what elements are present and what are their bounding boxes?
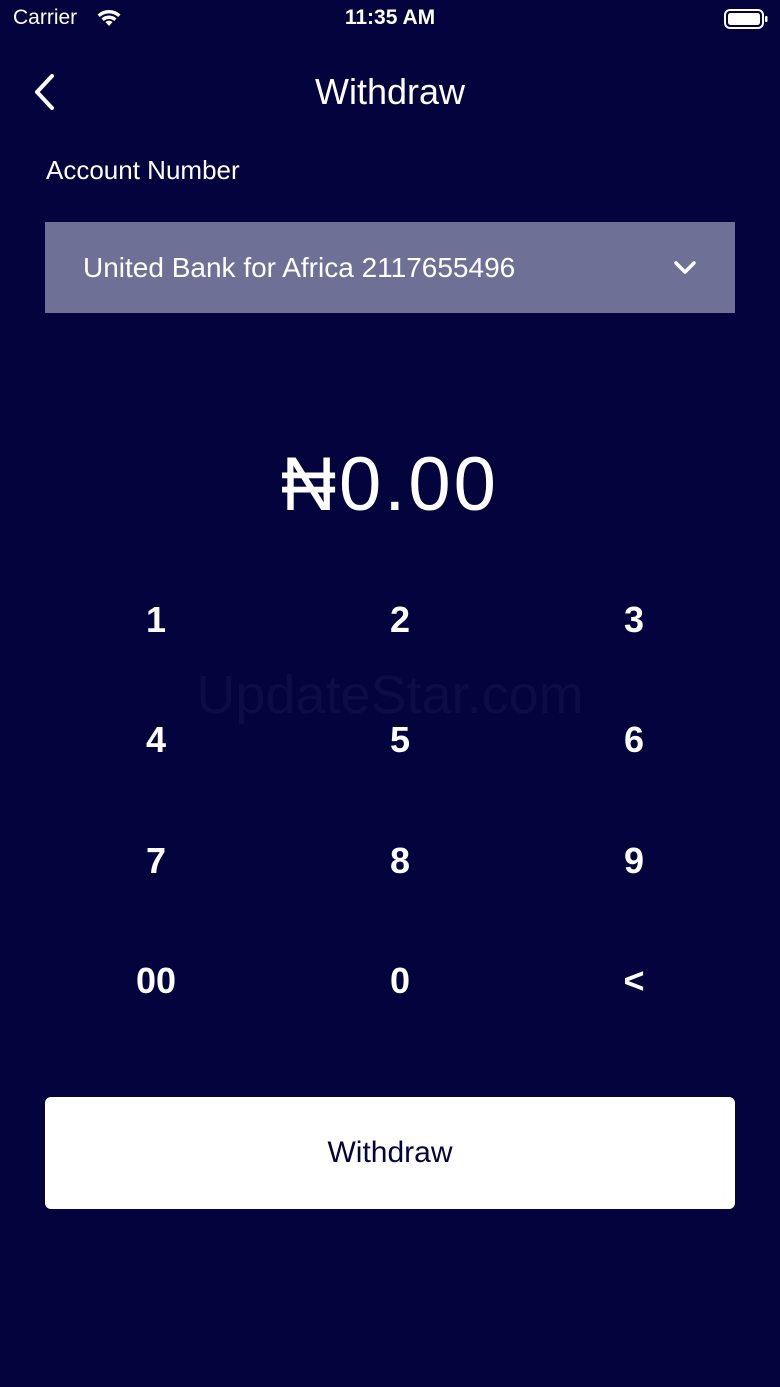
chevron-down-icon: [674, 260, 696, 274]
account-number-label: Account Number: [46, 155, 240, 185]
keypad: 1 2 3 4 5 6 7 8 9 00 0 <: [34, 570, 756, 1052]
keypad-key-3[interactable]: 3: [512, 570, 756, 670]
status-bar: Carrier 11:35 AM: [0, 0, 780, 40]
keypad-key-6[interactable]: 6: [512, 690, 756, 790]
keypad-key-9[interactable]: 9: [512, 811, 756, 911]
keypad-key-8[interactable]: 8: [278, 811, 522, 911]
keypad-key-00[interactable]: 00: [34, 931, 278, 1031]
amount-display: ₦0.00: [281, 442, 499, 527]
keypad-key-1[interactable]: 1: [34, 570, 278, 670]
nav-bar: Withdraw: [0, 60, 780, 124]
battery-icon: [724, 9, 768, 29]
clock: 11:35 AM: [344, 6, 436, 29]
keypad-key-0[interactable]: 0: [278, 931, 522, 1031]
keypad-key-2[interactable]: 2: [278, 570, 522, 670]
account-number-dropdown[interactable]: United Bank for Africa 2117655496: [45, 222, 735, 313]
keypad-key-7[interactable]: 7: [34, 811, 278, 911]
page-title: Withdraw: [314, 71, 466, 112]
keypad-backspace-key[interactable]: <: [512, 931, 756, 1031]
keypad-key-4[interactable]: 4: [34, 690, 278, 790]
account-selected-value: United Bank for Africa 2117655496: [83, 251, 516, 283]
keypad-key-5[interactable]: 5: [278, 690, 522, 790]
withdraw-button[interactable]: Withdraw: [45, 1097, 735, 1209]
